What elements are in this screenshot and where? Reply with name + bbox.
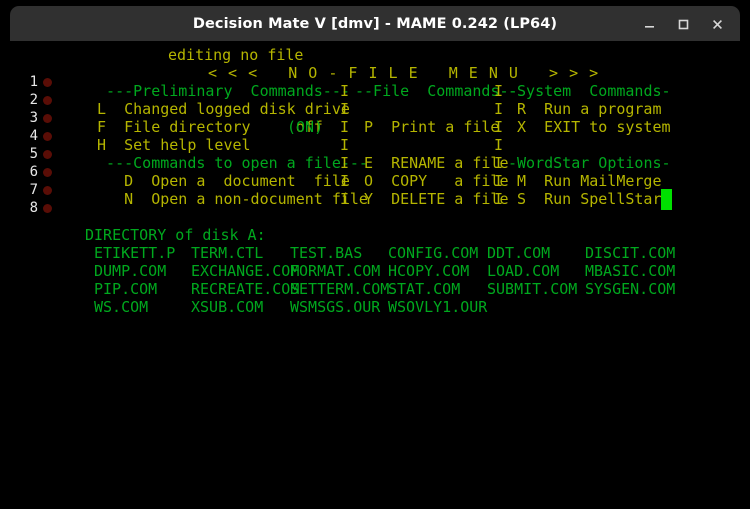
line-marker-dot — [43, 131, 52, 141]
directory-entry[interactable]: FORMAT.COM — [290, 262, 380, 280]
line-number-gutter: 1 2 3 4 5 6 7 8 — [0, 41, 58, 509]
line-marker-dot — [43, 113, 52, 123]
window-controls — [634, 6, 732, 42]
line-number: 1 — [29, 74, 38, 90]
column-divider: I — [494, 82, 504, 100]
system-commands-header: -System Commands- — [508, 82, 671, 100]
menu-item-open-nondocument-file[interactable]: N Open a non-document file — [88, 190, 368, 208]
line-marker-dot — [43, 203, 52, 213]
directory-entry[interactable]: WSOVLY1.OUR — [388, 298, 487, 316]
line-number: 5 — [29, 146, 38, 162]
close-icon[interactable] — [702, 9, 732, 39]
text-cursor — [661, 189, 672, 210]
line-number: 7 — [29, 182, 38, 198]
file-directory-toggle-state: (ON) — [287, 118, 324, 136]
gutter-row: 3 — [0, 109, 58, 127]
gutter-row: 1 — [0, 73, 58, 91]
directory-entry[interactable]: DISCIT.COM — [585, 244, 675, 262]
gutter-row: 5 — [0, 145, 58, 163]
directory-entry[interactable]: MBASIC.COM — [585, 262, 675, 280]
gutter-row: 4 — [0, 127, 58, 145]
directory-entry[interactable]: DDT.COM — [487, 244, 550, 262]
line-marker-dot — [43, 77, 52, 87]
column-divider: I — [494, 154, 504, 172]
line-marker-dot — [43, 167, 52, 177]
menu-item-exit-to-system[interactable]: X EXIT to system — [517, 118, 671, 136]
directory-entry[interactable]: HCOPY.COM — [388, 262, 469, 280]
menu-header: < < < N O - F I L E M E N U > > > — [208, 64, 600, 82]
line-marker-dot — [43, 185, 52, 195]
column-divider: I — [494, 118, 504, 136]
menu-item-set-help-level[interactable]: H Set help level — [88, 136, 251, 154]
directory-entry[interactable]: WS.COM — [94, 298, 148, 316]
directory-entry[interactable]: STAT.COM — [388, 280, 460, 298]
column-divider: I — [494, 136, 504, 154]
column-divider: I — [494, 172, 504, 190]
line-marker-dot — [43, 149, 52, 159]
column-divider: I — [340, 118, 350, 136]
column-divider: I — [340, 190, 350, 208]
menu-item-print-a-file[interactable]: P Print a file — [364, 118, 499, 136]
directory-entry[interactable]: LOAD.COM — [487, 262, 559, 280]
gutter-row: 7 — [0, 181, 58, 199]
menu-item-rename-a-file[interactable]: E RENAME a file — [364, 154, 509, 172]
gutter-row: 8 — [0, 199, 58, 217]
editing-status-line: editing no file — [168, 46, 304, 64]
column-divider: I — [340, 172, 350, 190]
directory-entry[interactable]: PIP.COM — [94, 280, 157, 298]
directory-entry[interactable]: SUBMIT.COM — [487, 280, 577, 298]
commands-to-open-a-file-header: ---Commands to open a file--- — [88, 154, 368, 172]
directory-entry[interactable]: TERM.CTL — [191, 244, 263, 262]
application-window: Decision Mate V [dmv] - MAME 0.242 (LP64… — [0, 0, 750, 509]
line-number: 6 — [29, 164, 38, 180]
directory-entry[interactable]: SYSGEN.COM — [585, 280, 675, 298]
directory-entry[interactable]: CONFIG.COM — [388, 244, 478, 262]
menu-item-run-mailmerge[interactable]: M Run MailMerge — [517, 172, 662, 190]
column-divider: I — [494, 100, 504, 118]
menu-item-delete-a-file[interactable]: Y DELETE a file — [364, 190, 509, 208]
menu-item-copy-a-file[interactable]: O COPY a file — [364, 172, 509, 190]
menu-item-open-document-file[interactable]: D Open a document file — [88, 172, 350, 190]
window-title: Decision Mate V [dmv] - MAME 0.242 (LP64… — [192, 16, 558, 32]
directory-entry[interactable]: EXCHANGE.COM — [191, 262, 299, 280]
column-divider: I — [494, 190, 504, 208]
menu-item-changed-logged-disk-drive[interactable]: L Changed logged disk drive — [88, 100, 350, 118]
preliminary-commands-header: ---Preliminary Commands--- — [88, 82, 350, 100]
minimize-icon[interactable] — [634, 9, 664, 39]
directory-entry[interactable]: TEST.BAS — [290, 244, 362, 262]
directory-entry[interactable]: WSMSGS.OUR — [290, 298, 380, 316]
line-number: 3 — [29, 110, 38, 126]
column-divider: I — [340, 154, 350, 172]
column-divider: I — [340, 82, 350, 100]
line-marker-dot — [43, 95, 52, 105]
gutter-row: 6 — [0, 163, 58, 181]
directory-entry[interactable]: SETTERM.COM — [290, 280, 389, 298]
maximize-icon[interactable] — [668, 9, 698, 39]
line-number: 2 — [29, 92, 38, 108]
line-number: 8 — [29, 200, 38, 216]
wordstar-options-header: -WordStar Options- — [508, 154, 671, 172]
menu-item-run-spellstar[interactable]: S Run SpellStar — [517, 190, 662, 208]
directory-entry[interactable]: ETIKETT.P — [94, 244, 175, 262]
directory-title: DIRECTORY of disk A: — [85, 226, 266, 244]
column-divider: I — [340, 100, 350, 118]
column-divider: I — [340, 136, 350, 154]
directory-entry[interactable]: XSUB.COM — [191, 298, 263, 316]
window-titlebar[interactable]: Decision Mate V [dmv] - MAME 0.242 (LP64… — [10, 6, 740, 42]
directory-entry[interactable]: RECREATE.COM — [191, 280, 299, 298]
emulated-crt-screen[interactable]: editing no file < < < N O - F I L E M E … — [0, 41, 750, 509]
directory-entry[interactable]: DUMP.COM — [94, 262, 166, 280]
menu-item-run-a-program[interactable]: R Run a program — [517, 100, 662, 118]
line-number: 4 — [29, 128, 38, 144]
gutter-row: 2 — [0, 91, 58, 109]
